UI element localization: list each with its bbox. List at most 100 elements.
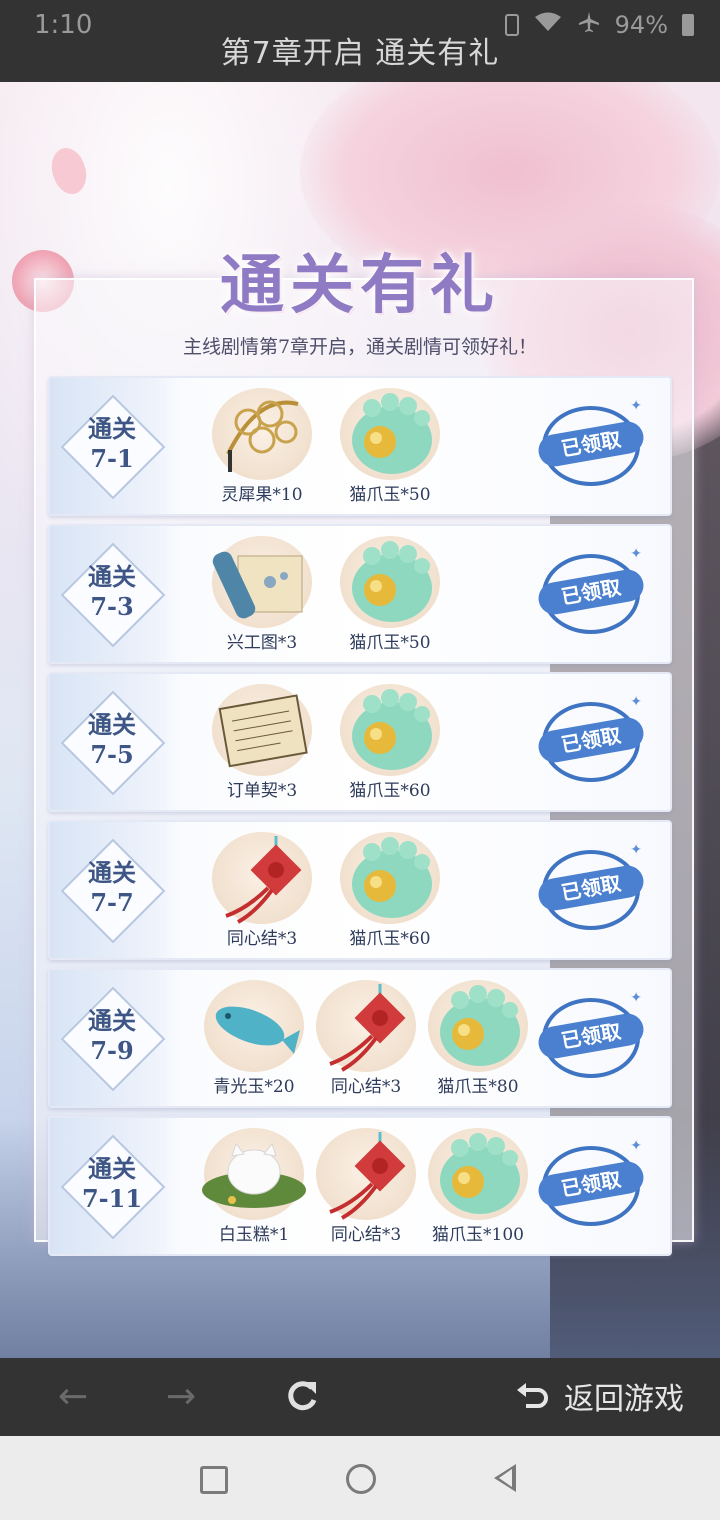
reward-item[interactable]: 白玉糕*1 bbox=[198, 1124, 310, 1246]
cat-paw-jade-icon bbox=[326, 680, 454, 780]
stage-label-number: 7-3 bbox=[90, 592, 134, 621]
stage-badge: 通关 7-11 bbox=[60, 1134, 166, 1240]
stage-label-title: 通关 bbox=[88, 1006, 136, 1035]
butterfly-icon: ✦ bbox=[630, 842, 642, 858]
event-banner-title: 通关有礼 bbox=[220, 248, 500, 323]
stage-label-number: 7-11 bbox=[81, 1184, 143, 1213]
cat-paw-jade-icon bbox=[326, 532, 454, 632]
arrow-left-icon: ← bbox=[58, 1376, 89, 1417]
cat-paw-jade-icon bbox=[326, 384, 454, 484]
reward-item-label: 同心结*3 bbox=[330, 1225, 402, 1245]
reward-item[interactable]: 订单契*3 bbox=[198, 680, 326, 802]
reward-item[interactable]: 猫爪玉*50 bbox=[326, 532, 454, 654]
reward-list: 通关 7-1 灵犀果*10 猫爪玉*50 ✦ 已领取 通关 7-3 兴工图*3 猫爪玉*50 ✦ 已领… bbox=[48, 376, 672, 1264]
reward-item[interactable]: 灵犀果*10 bbox=[198, 384, 326, 506]
system-nav-bar bbox=[0, 1436, 720, 1520]
reload-button[interactable] bbox=[282, 1376, 322, 1418]
claimed-stamp: ✦ 已领取 bbox=[536, 546, 648, 644]
back-triangle-icon[interactable] bbox=[494, 1464, 516, 1492]
butterfly-icon: ✦ bbox=[630, 546, 642, 562]
stage-label: 通关 7-9 bbox=[62, 1006, 162, 1066]
reward-items: 灵犀果*10 猫爪玉*50 bbox=[198, 384, 454, 506]
stage-label: 通关 7-5 bbox=[62, 710, 162, 770]
reward-item-label: 猫爪玉*50 bbox=[349, 633, 431, 653]
reward-item[interactable]: 同心结*3 bbox=[310, 1124, 422, 1246]
reward-item[interactable]: 同心结*3 bbox=[310, 976, 422, 1098]
stage-label: 通关 7-7 bbox=[62, 858, 162, 918]
cat-paw-jade-icon bbox=[414, 976, 542, 1076]
reward-items: 白玉糕*1 同心结*3 猫爪玉*100 bbox=[198, 1124, 534, 1246]
stage-label-title: 通关 bbox=[88, 414, 136, 443]
butterfly-icon: ✦ bbox=[630, 1138, 642, 1154]
game-webview: 通关有礼 主线剧情第7章开启，通关剧情可领好礼！ 通关 7-1 灵犀果*10 猫爪玉*… bbox=[0, 82, 720, 1358]
stage-badge: 通关 7-7 bbox=[60, 838, 166, 944]
reward-item[interactable]: 青光玉*20 bbox=[198, 976, 310, 1098]
stage-label-number: 7-1 bbox=[90, 444, 134, 473]
event-subtitle: 主线剧情第7章开启，通关剧情可领好礼！ bbox=[182, 336, 538, 358]
reward-row: 通关 7-9 青光玉*20 同心结*3 猫爪玉*80 ✦ 已领取 bbox=[48, 968, 672, 1108]
chinese-knot-icon bbox=[302, 976, 430, 1076]
stage-label-number: 7-7 bbox=[90, 888, 134, 917]
chinese-knot-icon bbox=[198, 828, 326, 928]
blue-fish-jade-icon bbox=[190, 976, 318, 1076]
stage-badge: 通关 7-5 bbox=[60, 690, 166, 796]
reward-row: 通关 7-5 订单契*3 猫爪玉*60 ✦ 已领取 bbox=[48, 672, 672, 812]
stage-label-number: 7-9 bbox=[90, 1036, 134, 1065]
title-bar: 1:10 94% 第7章开启 通关有礼 bbox=[0, 0, 720, 82]
reward-item-label: 青光玉*20 bbox=[213, 1077, 295, 1097]
stage-label: 通关 7-11 bbox=[62, 1154, 162, 1214]
reward-item-label: 同心结*3 bbox=[330, 1077, 402, 1097]
white-jade-cake-icon bbox=[190, 1124, 318, 1224]
reward-item-label: 猫爪玉*60 bbox=[349, 781, 431, 801]
chinese-knot-icon bbox=[302, 1124, 430, 1224]
reward-item[interactable]: 同心结*3 bbox=[198, 828, 326, 950]
reward-item-label: 猫爪玉*100 bbox=[432, 1225, 524, 1245]
stage-badge: 通关 7-1 bbox=[60, 394, 166, 500]
return-to-game-button[interactable]: 返回游戏 bbox=[516, 1374, 684, 1418]
claimed-stamp: ✦ 已领取 bbox=[536, 1138, 648, 1236]
recents-icon[interactable] bbox=[200, 1466, 228, 1494]
return-to-game-label: 返回游戏 bbox=[564, 1382, 684, 1417]
home-icon[interactable] bbox=[346, 1464, 376, 1494]
reward-item-label: 猫爪玉*50 bbox=[349, 485, 431, 505]
reward-item[interactable]: 猫爪玉*80 bbox=[422, 976, 534, 1098]
reward-item-label: 猫爪玉*80 bbox=[437, 1077, 519, 1097]
butterfly-icon: ✦ bbox=[630, 398, 642, 414]
forward-arrow-button[interactable]: → bbox=[166, 1376, 196, 1418]
reward-item-label: 猫爪玉*60 bbox=[349, 929, 431, 949]
page-title: 第7章开启 通关有礼 bbox=[220, 36, 500, 71]
stage-label-title: 通关 bbox=[88, 858, 136, 887]
stage-badge: 通关 7-9 bbox=[60, 986, 166, 1092]
claimed-stamp: ✦ 已领取 bbox=[536, 398, 648, 496]
butterfly-icon: ✦ bbox=[630, 694, 642, 710]
stage-label-title: 通关 bbox=[88, 710, 136, 739]
arrow-right-icon: → bbox=[166, 1376, 197, 1417]
reward-item[interactable]: 兴工图*3 bbox=[198, 532, 326, 654]
stage-badge: 通关 7-3 bbox=[60, 542, 166, 648]
back-arrow-button[interactable]: ← bbox=[58, 1376, 88, 1418]
reward-items: 同心结*3 猫爪玉*60 bbox=[198, 828, 454, 950]
stage-label-title: 通关 bbox=[88, 562, 136, 591]
reward-item[interactable]: 猫爪玉*50 bbox=[326, 384, 454, 506]
reward-item-label: 同心结*3 bbox=[226, 929, 298, 949]
lingxi-fruit-icon bbox=[198, 384, 326, 484]
cat-paw-jade-icon bbox=[414, 1124, 542, 1224]
reward-row: 通关 7-1 灵犀果*10 猫爪玉*50 ✦ 已领取 bbox=[48, 376, 672, 516]
cat-paw-jade-icon bbox=[326, 828, 454, 928]
reward-item[interactable]: 猫爪玉*100 bbox=[422, 1124, 534, 1246]
reward-items: 青光玉*20 同心结*3 猫爪玉*80 bbox=[198, 976, 534, 1098]
reward-items: 订单契*3 猫爪玉*60 bbox=[198, 680, 454, 802]
reward-row: 通关 7-3 兴工图*3 猫爪玉*50 ✦ 已领取 bbox=[48, 524, 672, 664]
claimed-stamp: ✦ 已领取 bbox=[536, 990, 648, 1088]
reward-item[interactable]: 猫爪玉*60 bbox=[326, 828, 454, 950]
reward-items: 兴工图*3 猫爪玉*50 bbox=[198, 532, 454, 654]
reload-icon bbox=[288, 1381, 317, 1411]
undo-arrow-icon bbox=[517, 1383, 548, 1408]
stage-label-number: 7-5 bbox=[90, 740, 134, 769]
claimed-stamp: ✦ 已领取 bbox=[536, 694, 648, 792]
reward-item-label: 白玉糕*1 bbox=[218, 1225, 290, 1245]
scroll-icon bbox=[198, 532, 326, 632]
reward-item[interactable]: 猫爪玉*60 bbox=[326, 680, 454, 802]
reward-row: 通关 7-7 同心结*3 猫爪玉*60 ✦ 已领取 bbox=[48, 820, 672, 960]
reward-row: 通关 7-11 白玉糕*1 同心结*3 猫爪玉*100 ✦ 已领取 bbox=[48, 1116, 672, 1256]
